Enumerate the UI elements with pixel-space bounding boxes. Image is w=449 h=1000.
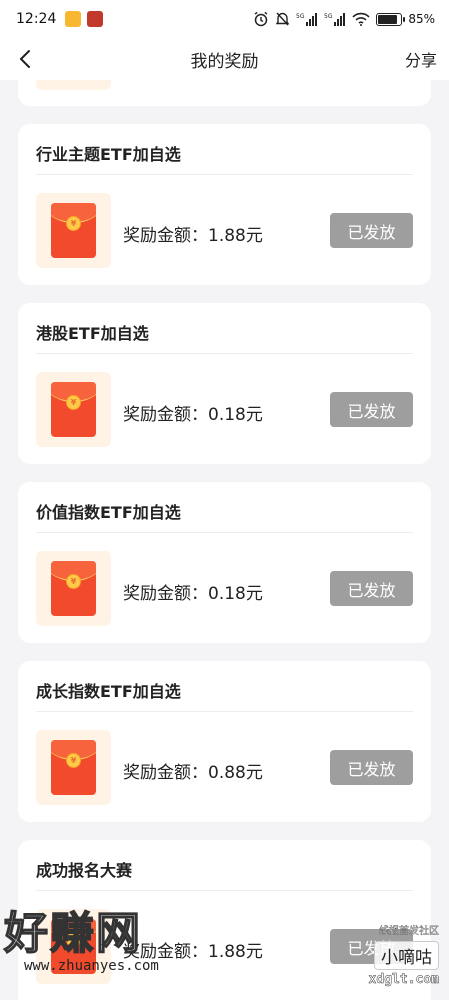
battery-percent: 85%: [408, 12, 435, 26]
divider: [36, 353, 413, 354]
reward-thumbnail: ¥: [36, 730, 111, 805]
red-envelope-icon: ¥: [51, 382, 96, 437]
svg-text:5G: 5G: [324, 13, 333, 20]
status-time: 12:24: [16, 11, 57, 27]
reward-title: 价值指数ETF加自选: [36, 503, 181, 522]
divider: [36, 711, 413, 712]
divider: [36, 174, 413, 175]
game-notification-icon: [87, 11, 104, 27]
status-right: 5G 5G 85%: [253, 11, 435, 27]
divider: [36, 532, 413, 533]
reward-status-button[interactable]: 已发放: [330, 213, 413, 248]
red-envelope-icon: ¥: [51, 919, 96, 974]
reward-title: 成功报名大赛: [36, 861, 133, 880]
reward-status-button[interactable]: 已发放: [330, 392, 413, 427]
reward-card: 成长指数ETF加自选 ¥ 奖励金额：0.88元 已发放: [18, 661, 431, 822]
svg-text:5G: 5G: [296, 13, 305, 20]
red-envelope-icon: ¥: [51, 740, 96, 795]
signal-5g-icon-2: 5G: [324, 13, 346, 26]
alarm-icon: [254, 11, 268, 27]
page-title: 我的奖励: [190, 51, 259, 72]
reward-thumbnail: [36, 80, 111, 90]
back-button[interactable]: [12, 46, 38, 72]
app-notification-icon: [65, 11, 82, 27]
reward-card: 价值指数ETF加自选 ¥ 奖励金额：0.18元 已发放: [18, 482, 431, 643]
reward-thumbnail: ¥: [36, 909, 111, 984]
notification-icons: [65, 11, 104, 27]
status-bar: 12:24 5G 5G 85%: [0, 0, 449, 38]
reward-amount: 奖励金额：0.88元: [123, 763, 263, 783]
reward-status-button[interactable]: 已发放: [330, 750, 413, 785]
reward-title: 港股ETF加自选: [36, 324, 149, 343]
reward-amount: 奖励金额：1.88元: [123, 226, 263, 246]
reward-amount: 奖励金额：1.88元: [123, 942, 263, 962]
reward-title: 行业主题ETF加自选: [36, 145, 181, 164]
battery-icon: [376, 12, 406, 26]
reward-thumbnail: ¥: [36, 372, 111, 447]
reward-card: 成功报名大赛 ¥ 奖励金额：1.88元 已发放: [18, 840, 431, 1000]
reward-card-partial: [18, 80, 431, 106]
mute-icon: [276, 12, 290, 26]
reward-title: 成长指数ETF加自选: [36, 682, 181, 701]
red-envelope-icon: ¥: [51, 203, 96, 258]
reward-thumbnail: ¥: [36, 551, 111, 626]
reward-card: 港股ETF加自选 ¥ 奖励金额：0.18元 已发放: [18, 303, 431, 464]
reward-status-button[interactable]: 已发放: [330, 929, 413, 964]
signal-5g-icon-1: 5G: [296, 13, 318, 26]
reward-status-button[interactable]: 已发放: [330, 571, 413, 606]
wifi-icon: [352, 12, 370, 26]
divider: [36, 890, 413, 891]
reward-amount: 奖励金额：0.18元: [123, 405, 263, 425]
reward-amount: 奖励金额：0.18元: [123, 584, 263, 604]
share-button[interactable]: 分享: [405, 47, 437, 71]
reward-card: 行业主题ETF加自选 ¥ 奖励金额：1.88元 已发放: [18, 124, 431, 285]
nav-bar: 我的奖励 分享: [0, 38, 449, 80]
red-envelope-icon: ¥: [51, 561, 96, 616]
reward-thumbnail: ¥: [36, 193, 111, 268]
chevron-left-icon: [19, 50, 30, 68]
